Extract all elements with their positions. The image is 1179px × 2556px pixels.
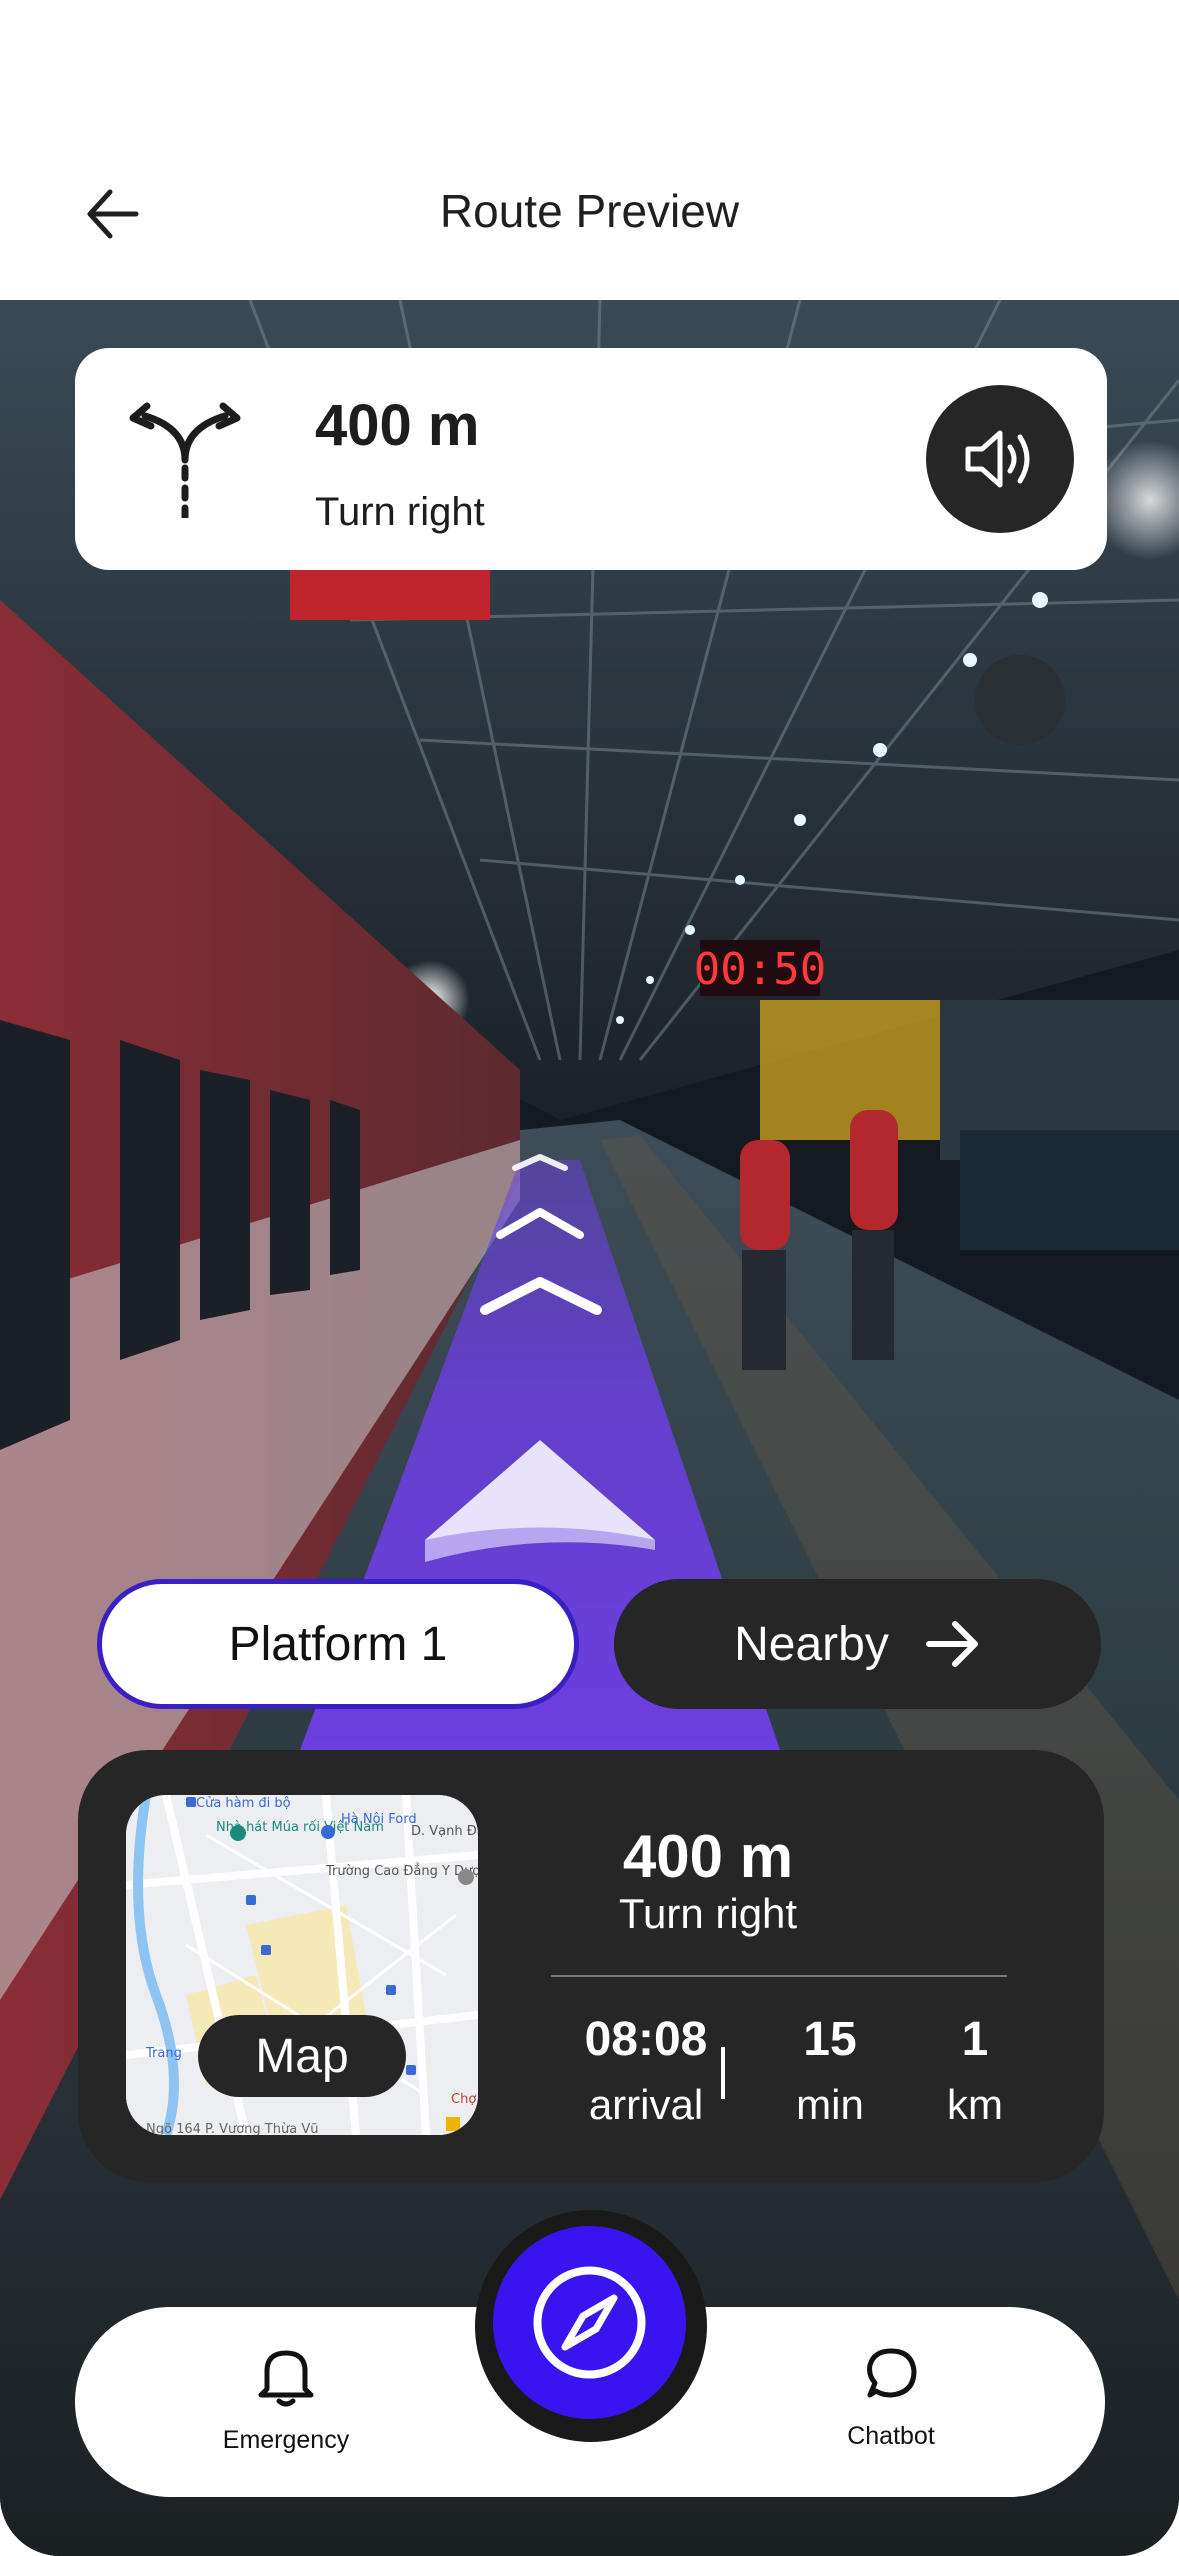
compass-icon xyxy=(533,2266,646,2379)
info-instruction: Turn right xyxy=(618,1890,798,1937)
arrival-stat: 08:08 arrival xyxy=(546,2012,746,2129)
chat-bubble-icon xyxy=(867,2348,917,2398)
duration-value: 15 xyxy=(803,2013,857,2066)
map-button[interactable]: Map xyxy=(198,2015,406,2097)
header: Route Preview xyxy=(0,0,1179,300)
speaker-icon xyxy=(965,430,1030,488)
sound-button[interactable] xyxy=(926,385,1074,533)
distance-stat: 1 km xyxy=(910,2012,1040,2129)
instruction-text: Turn right xyxy=(315,490,485,534)
instruction-distance: 400 m xyxy=(315,393,480,458)
map-label: Ngõ 164 P. Vương Thừa Vũ xyxy=(146,2122,318,2135)
arrival-label: arrival xyxy=(588,2081,704,2128)
instruction-card: 400 m Turn right xyxy=(75,348,1107,570)
arrival-value: 08:08 xyxy=(584,2013,708,2066)
route-info-card: Cửa hàm đi bộ Hà Nội Ford Nhà hát Múa rố… xyxy=(78,1750,1104,2182)
route-preview-screen: Route Preview 00:50 400 m Turn right Pla… xyxy=(0,0,1179,2556)
platform-label: Platform 1 xyxy=(228,1617,448,1671)
duration-label: min xyxy=(796,2081,864,2128)
distance-value: 1 xyxy=(961,2013,989,2066)
page-title: Route Preview xyxy=(439,185,740,237)
station-clock: 00:50 xyxy=(694,944,826,995)
emergency-label: Emergency xyxy=(222,2426,350,2454)
nearby-label: Nearby xyxy=(734,1617,889,1671)
distance-label: km xyxy=(947,2081,1003,2128)
stat-separator xyxy=(721,2047,725,2099)
fork-icon xyxy=(125,398,245,522)
platform-button[interactable]: Platform 1 xyxy=(97,1579,579,1709)
map-label: Chợ xyxy=(451,2092,476,2107)
info-distance: 400 m xyxy=(622,1823,794,1890)
bell-icon xyxy=(258,2350,314,2407)
arrow-right-icon xyxy=(925,1621,978,1667)
divider xyxy=(551,1975,1007,1977)
map-label: Trang xyxy=(145,2046,182,2061)
chatbot-label: Chatbot xyxy=(847,2422,935,2450)
navigate-button[interactable] xyxy=(493,2226,686,2419)
nearby-button[interactable]: Nearby xyxy=(614,1579,1101,1709)
map-label: Cửa hàm đi bộ xyxy=(196,1796,291,1811)
nav-chatbot[interactable]: Chatbot xyxy=(791,2345,991,2451)
duration-stat: 15 min xyxy=(750,2012,910,2129)
nav-emergency[interactable]: Emergency xyxy=(186,2345,386,2455)
